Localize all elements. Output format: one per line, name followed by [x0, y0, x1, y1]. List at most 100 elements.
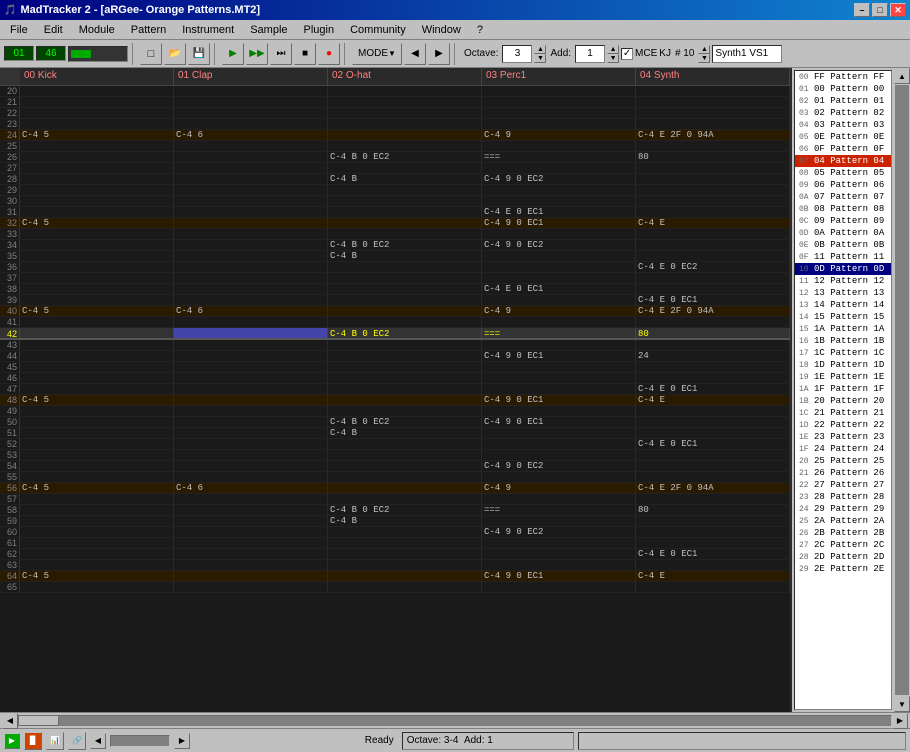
- list-item[interactable]: 1B 20 Pattern 20: [795, 395, 891, 407]
- list-item[interactable]: 0F 11 Pattern 11: [795, 251, 891, 263]
- save-button[interactable]: 💾: [188, 43, 210, 65]
- table-row[interactable]: 61: [0, 538, 790, 549]
- table-row[interactable]: 54C-4 9 0 EC2: [0, 461, 790, 472]
- mce-checkbox[interactable]: ✓: [621, 48, 633, 60]
- menu-sample[interactable]: Sample: [242, 22, 295, 38]
- table-row[interactable]: 48C-4 5C-4 9 0 EC1C-4 E: [0, 395, 790, 406]
- table-row[interactable]: 31C-4 E 0 EC1: [0, 207, 790, 218]
- table-row[interactable]: 65: [0, 582, 790, 593]
- octave-up-button[interactable]: ▲: [534, 45, 546, 54]
- play-pattern-button[interactable]: ▶▶: [246, 43, 268, 65]
- table-row[interactable]: 34C-4 B 0 EC2C-4 9 0 EC2: [0, 240, 790, 251]
- table-row[interactable]: 46: [0, 373, 790, 384]
- table-row[interactable]: 20: [0, 86, 790, 97]
- list-item[interactable]: 02 01 Pattern 01: [795, 95, 891, 107]
- table-row[interactable]: 37: [0, 273, 790, 284]
- num-down-button[interactable]: ▼: [698, 54, 710, 63]
- maximize-button[interactable]: □: [872, 3, 888, 17]
- menu-pattern[interactable]: Pattern: [123, 22, 174, 38]
- mini-scrollbar[interactable]: [110, 735, 170, 747]
- table-row[interactable]: 38C-4 E 0 EC1: [0, 284, 790, 295]
- arrow-right-button[interactable]: ▶: [428, 43, 450, 65]
- list-item[interactable]: 12 13 Pattern 13: [795, 287, 891, 299]
- list-item[interactable]: 0C 09 Pattern 09: [795, 215, 891, 227]
- menu-module[interactable]: Module: [71, 22, 123, 38]
- table-row[interactable]: 64C-4 5C-4 9 0 EC1C-4 E: [0, 571, 790, 582]
- table-row[interactable]: 22: [0, 108, 790, 119]
- table-row[interactable]: 52C-4 E 0 EC1: [0, 439, 790, 450]
- toolbar-icon2[interactable]: ▉: [24, 732, 42, 750]
- table-row[interactable]: 47C-4 E 0 EC1: [0, 384, 790, 395]
- list-item[interactable]: 15 1A Pattern 1A: [795, 323, 891, 335]
- toolbar-icon3[interactable]: 📊: [46, 732, 64, 750]
- hscroll-left-button[interactable]: ◀: [2, 713, 18, 729]
- table-row[interactable]: 40C-4 5C-4 6C-4 9C-4 E 2F 0 94A: [0, 306, 790, 317]
- scroll-prev-button[interactable]: ◀: [90, 733, 106, 749]
- table-row[interactable]: 29: [0, 185, 790, 196]
- list-item[interactable]: 19 1E Pattern 1E: [795, 371, 891, 383]
- minimize-button[interactable]: –: [854, 3, 870, 17]
- record-button[interactable]: ●: [318, 43, 340, 65]
- list-item[interactable]: 05 0E Pattern 0E: [795, 131, 891, 143]
- close-button[interactable]: ✕: [890, 3, 906, 17]
- list-item[interactable]: 1C 21 Pattern 21: [795, 407, 891, 419]
- list-item[interactable]: 1F 24 Pattern 24: [795, 443, 891, 455]
- list-item[interactable]: 07 04 Pattern 04: [795, 155, 891, 167]
- table-row[interactable]: 28C-4 BC-4 9 0 EC2: [0, 174, 790, 185]
- table-row[interactable]: 26C-4 B 0 EC2=== 80: [0, 152, 790, 163]
- table-row[interactable]: 35C-4 B: [0, 251, 790, 262]
- table-row[interactable]: 62C-4 E 0 EC1: [0, 549, 790, 560]
- pattern-list-scroll[interactable]: 00 FF Pattern FF01 00 Pattern 0002 01 Pa…: [794, 70, 892, 710]
- table-row[interactable]: 21: [0, 97, 790, 108]
- list-item[interactable]: 25 2A Pattern 2A: [795, 515, 891, 527]
- list-item[interactable]: 21 26 Pattern 26: [795, 467, 891, 479]
- hscroll-track[interactable]: [18, 715, 892, 727]
- scroll-up-button[interactable]: ▲: [894, 68, 910, 84]
- menu-file[interactable]: File: [2, 22, 36, 38]
- table-row[interactable]: 39C-4 E 0 EC1: [0, 295, 790, 306]
- list-item[interactable]: 08 05 Pattern 05: [795, 167, 891, 179]
- list-item[interactable]: 28 2D Pattern 2D: [795, 551, 891, 563]
- list-item[interactable]: 13 14 Pattern 14: [795, 299, 891, 311]
- list-item[interactable]: 11 12 Pattern 12: [795, 275, 891, 287]
- list-item[interactable]: 03 02 Pattern 02: [795, 107, 891, 119]
- table-row[interactable]: 41: [0, 317, 790, 328]
- list-item[interactable]: 1E 23 Pattern 23: [795, 431, 891, 443]
- scroll-thumb[interactable]: [895, 85, 909, 695]
- table-row[interactable]: 36C-4 E 0 EC2: [0, 262, 790, 273]
- add-up-button[interactable]: ▲: [607, 45, 619, 54]
- hscroll-thumb[interactable]: [19, 716, 59, 726]
- table-row[interactable]: 33: [0, 229, 790, 240]
- toolbar-icon1[interactable]: ▶: [4, 733, 20, 749]
- list-item[interactable]: 18 1D Pattern 1D: [795, 359, 891, 371]
- mode-dropdown[interactable]: MODE ▼: [352, 43, 402, 65]
- list-item[interactable]: 16 1B Pattern 1B: [795, 335, 891, 347]
- menu-edit[interactable]: Edit: [36, 22, 71, 38]
- table-row[interactable]: 60C-4 9 0 EC2: [0, 527, 790, 538]
- list-item[interactable]: 22 27 Pattern 27: [795, 479, 891, 491]
- table-row[interactable]: 53: [0, 450, 790, 461]
- list-item[interactable]: 0D 0A Pattern 0A: [795, 227, 891, 239]
- list-item[interactable]: 14 15 Pattern 15: [795, 311, 891, 323]
- list-item[interactable]: 20 25 Pattern 25: [795, 455, 891, 467]
- num-up-button[interactable]: ▲: [698, 45, 710, 54]
- list-item[interactable]: 29 2E Pattern 2E: [795, 563, 891, 575]
- add-spinner[interactable]: ▲ ▼: [607, 45, 619, 63]
- toolbar-icon4[interactable]: 🔗: [68, 732, 86, 750]
- next-button[interactable]: ⏭: [270, 43, 292, 65]
- list-item[interactable]: 1D 22 Pattern 22: [795, 419, 891, 431]
- menu-window[interactable]: Window: [414, 22, 469, 38]
- table-row[interactable]: 50C-4 B 0 EC2C-4 9 0 EC1: [0, 417, 790, 428]
- list-item[interactable]: 17 1C Pattern 1C: [795, 347, 891, 359]
- open-button[interactable]: 📂: [164, 43, 186, 65]
- table-row[interactable]: 44C-4 9 0 EC124: [0, 351, 790, 362]
- table-row[interactable]: 23: [0, 119, 790, 130]
- table-row[interactable]: 57: [0, 494, 790, 505]
- list-item[interactable]: 23 28 Pattern 28: [795, 491, 891, 503]
- table-row[interactable]: 51C-4 B: [0, 428, 790, 439]
- list-item[interactable]: 09 06 Pattern 06: [795, 179, 891, 191]
- stop-button[interactable]: ■: [294, 43, 316, 65]
- list-item[interactable]: 24 29 Pattern 29: [795, 503, 891, 515]
- scroll-next-button[interactable]: ▶: [174, 733, 190, 749]
- num-spinner[interactable]: ▲ ▼: [698, 45, 710, 63]
